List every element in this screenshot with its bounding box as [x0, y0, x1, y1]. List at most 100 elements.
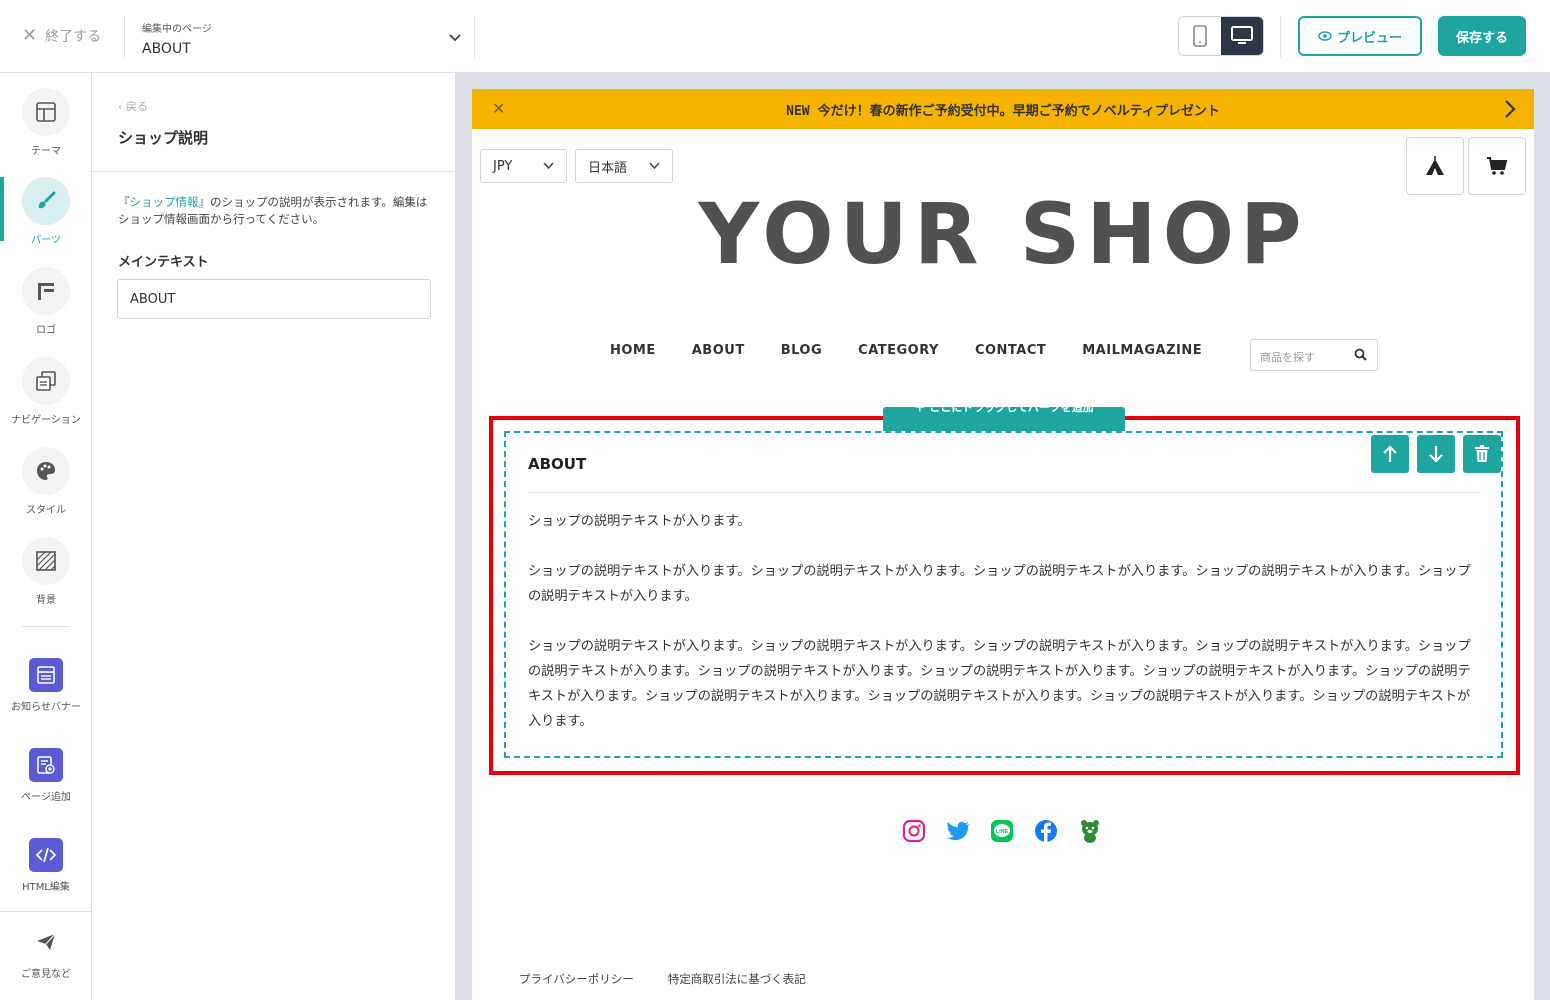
preview-label: プレビュー — [1336, 30, 1402, 46]
rail-divider — [22, 626, 70, 627]
about-block[interactable]: ABOUT ショップの説明テキストが入ります。 ショップの説明テキストが入ります… — [504, 431, 1503, 758]
block-body: ショップの説明テキストが入ります。 ショップの説明テキストが入ります。ショップの… — [528, 509, 1478, 759]
trash-icon — [1475, 445, 1489, 462]
eye-icon — [1318, 31, 1332, 41]
rail-item-label: 背景 — [36, 595, 56, 606]
settings-panel: ‹ 戻る ショップ説明 『ショップ情報』のショップの説明が表示されます。編集はシ… — [92, 73, 456, 1000]
back-label: 戻る — [125, 100, 148, 113]
chevron-right-icon[interactable] — [1504, 99, 1516, 119]
rail-item-style[interactable]: スタイル — [0, 447, 92, 516]
paragraph: ショップの説明テキストが入ります。 — [528, 514, 751, 529]
add-parts-tab[interactable]: ＋ ここにドラッグしてパーツを追加 — [883, 407, 1125, 433]
rail-item-label: ページ追加 — [21, 792, 71, 803]
divider — [528, 492, 1481, 493]
shop-page: ✕ NEW 今だけ！春の新作ご予約受付中。早期ご予約でノベルティプレゼント JPY… — [472, 89, 1534, 1000]
page-selector-value: ABOUT — [142, 41, 191, 57]
back-link[interactable]: ‹ 戻る — [118, 98, 148, 114]
layout-icon — [36, 102, 56, 122]
rail-item-label: ナビゲーション — [11, 415, 81, 426]
rail-item-html-edit[interactable]: HTML編集 — [0, 838, 92, 893]
arrow-down-icon — [1429, 446, 1443, 463]
rail-item-notice-banner[interactable]: お知らせバナー — [0, 658, 92, 713]
add-parts-label: ＋ ここにドラッグしてパーツを追加 — [914, 407, 1094, 414]
paper-plane-icon — [37, 933, 56, 950]
top-bar: ✕ 終了する 編集中のページ ABOUT プレビュー 保存する — [0, 0, 1550, 73]
notice-new-badge: NEW — [786, 104, 810, 119]
rail-item-add-page[interactable]: ページ追加 — [0, 748, 92, 803]
svg-text:LINE: LINE — [996, 829, 1009, 835]
language-value: 日本語 — [588, 160, 628, 176]
rail-item-navigation[interactable]: ナビゲーション — [0, 357, 92, 426]
rail-divider — [0, 911, 92, 912]
rail-item-label: スタイル — [26, 505, 66, 516]
delete-button[interactable] — [1463, 435, 1501, 473]
panel-title: ショップ説明 — [118, 129, 209, 147]
navigation-icon — [36, 371, 56, 391]
palette-icon — [37, 462, 55, 480]
rail-item-parts[interactable]: パーツ — [0, 177, 92, 246]
background-icon — [36, 551, 56, 571]
paragraph: ショップの説明テキストが入ります。ショップの説明テキストが入ります。ショップの説… — [528, 639, 1471, 729]
code-icon — [36, 847, 56, 863]
desktop-view-button[interactable] — [1221, 17, 1263, 55]
shop-logo[interactable]: YOUR SHOP — [472, 185, 1534, 283]
add-page-icon — [37, 756, 55, 774]
paragraph: ショップの説明テキストが入ります。ショップの説明テキストが入ります。ショップの説… — [528, 564, 1471, 604]
tent-icon — [1426, 156, 1444, 175]
rail-item-logo[interactable]: ロゴ — [0, 267, 92, 336]
preview-button[interactable]: プレビュー — [1298, 16, 1422, 56]
language-select[interactable]: 日本語 — [575, 149, 673, 183]
twitter-icon[interactable] — [946, 819, 970, 843]
rail-item-label: お知らせバナー — [11, 702, 81, 713]
rail-item-feedback[interactable]: ご意見など — [0, 933, 92, 980]
nav-item-about[interactable]: ABOUT — [692, 343, 745, 358]
nav-item-blog[interactable]: BLOG — [781, 343, 822, 358]
rail-item-label: ロゴ — [36, 325, 56, 336]
notice-message: 今だけ！春の新作ご予約受付中。早期ご予約でノベルティプレゼント — [817, 104, 1220, 119]
block-title: ABOUT — [528, 455, 587, 473]
base-bear-icon[interactable] — [1078, 819, 1102, 843]
main-text-input[interactable] — [117, 279, 431, 319]
nav-item-mailmagazine[interactable]: MAILMAGAZINE — [1082, 343, 1202, 358]
privacy-policy-link[interactable]: プライバシーポリシー — [519, 971, 634, 987]
exit-button[interactable]: ✕ 終了する — [22, 26, 101, 46]
nav-item-home[interactable]: HOME — [610, 343, 656, 358]
search-icon[interactable] — [1354, 348, 1367, 361]
nav-item-category[interactable]: CATEGORY — [858, 343, 939, 358]
shop-nav: HOME ABOUT BLOG CATEGORY CONTACT MAILMAG… — [610, 343, 1238, 358]
save-button[interactable]: 保存する — [1438, 16, 1526, 56]
move-down-button[interactable] — [1417, 435, 1455, 473]
page-selector[interactable]: 編集中のページ ABOUT — [142, 20, 462, 57]
notice-banner[interactable]: ✕ NEW 今だけ！春の新作ご予約受付中。早期ご予約でノベルティプレゼント — [472, 89, 1534, 129]
brush-icon — [38, 191, 56, 209]
rail-item-background[interactable]: 背景 — [0, 537, 92, 606]
shop-info-link[interactable]: ショップ情報 — [130, 195, 199, 209]
move-up-button[interactable] — [1371, 435, 1409, 473]
mobile-view-button[interactable] — [1179, 17, 1221, 55]
chevron-down-icon — [649, 162, 660, 170]
divider — [124, 16, 125, 58]
cart-icon — [1487, 157, 1508, 175]
instagram-icon[interactable] — [902, 819, 926, 843]
chevron-left-icon: ‹ — [118, 100, 126, 113]
rail-item-label: ご意見など — [21, 969, 71, 980]
facebook-icon[interactable] — [1034, 819, 1058, 843]
currency-select[interactable]: JPY — [480, 149, 567, 183]
left-rail: テーマ パーツ ロゴ ナビゲーション スタイル 背景 お知らせバナー ページ追加… — [0, 73, 92, 1000]
nav-item-contact[interactable]: CONTACT — [975, 343, 1046, 358]
arrow-up-icon — [1383, 445, 1397, 462]
panel-description: 『ショップ情報』のショップの説明が表示されます。編集はショップ情報画面から行って… — [118, 194, 434, 228]
search-placeholder: 商品を探す — [1260, 351, 1315, 364]
mobile-icon — [1193, 25, 1207, 47]
footer-links: プライバシーポリシー 特定商取引法に基づく表記 — [519, 971, 806, 987]
page-selector-caption: 編集中のページ — [142, 24, 212, 35]
line-icon[interactable]: LINE — [990, 819, 1014, 843]
rail-item-label: テーマ — [31, 146, 61, 157]
rail-item-label: HTML編集 — [22, 882, 70, 893]
rail-item-theme[interactable]: テーマ — [0, 88, 92, 157]
main-text-label: メインテキスト — [118, 255, 209, 270]
product-search[interactable]: 商品を探す — [1250, 339, 1378, 371]
divider — [474, 16, 475, 58]
exit-label: 終了する — [45, 29, 102, 45]
commerce-law-link[interactable]: 特定商取引法に基づく表記 — [668, 971, 806, 987]
